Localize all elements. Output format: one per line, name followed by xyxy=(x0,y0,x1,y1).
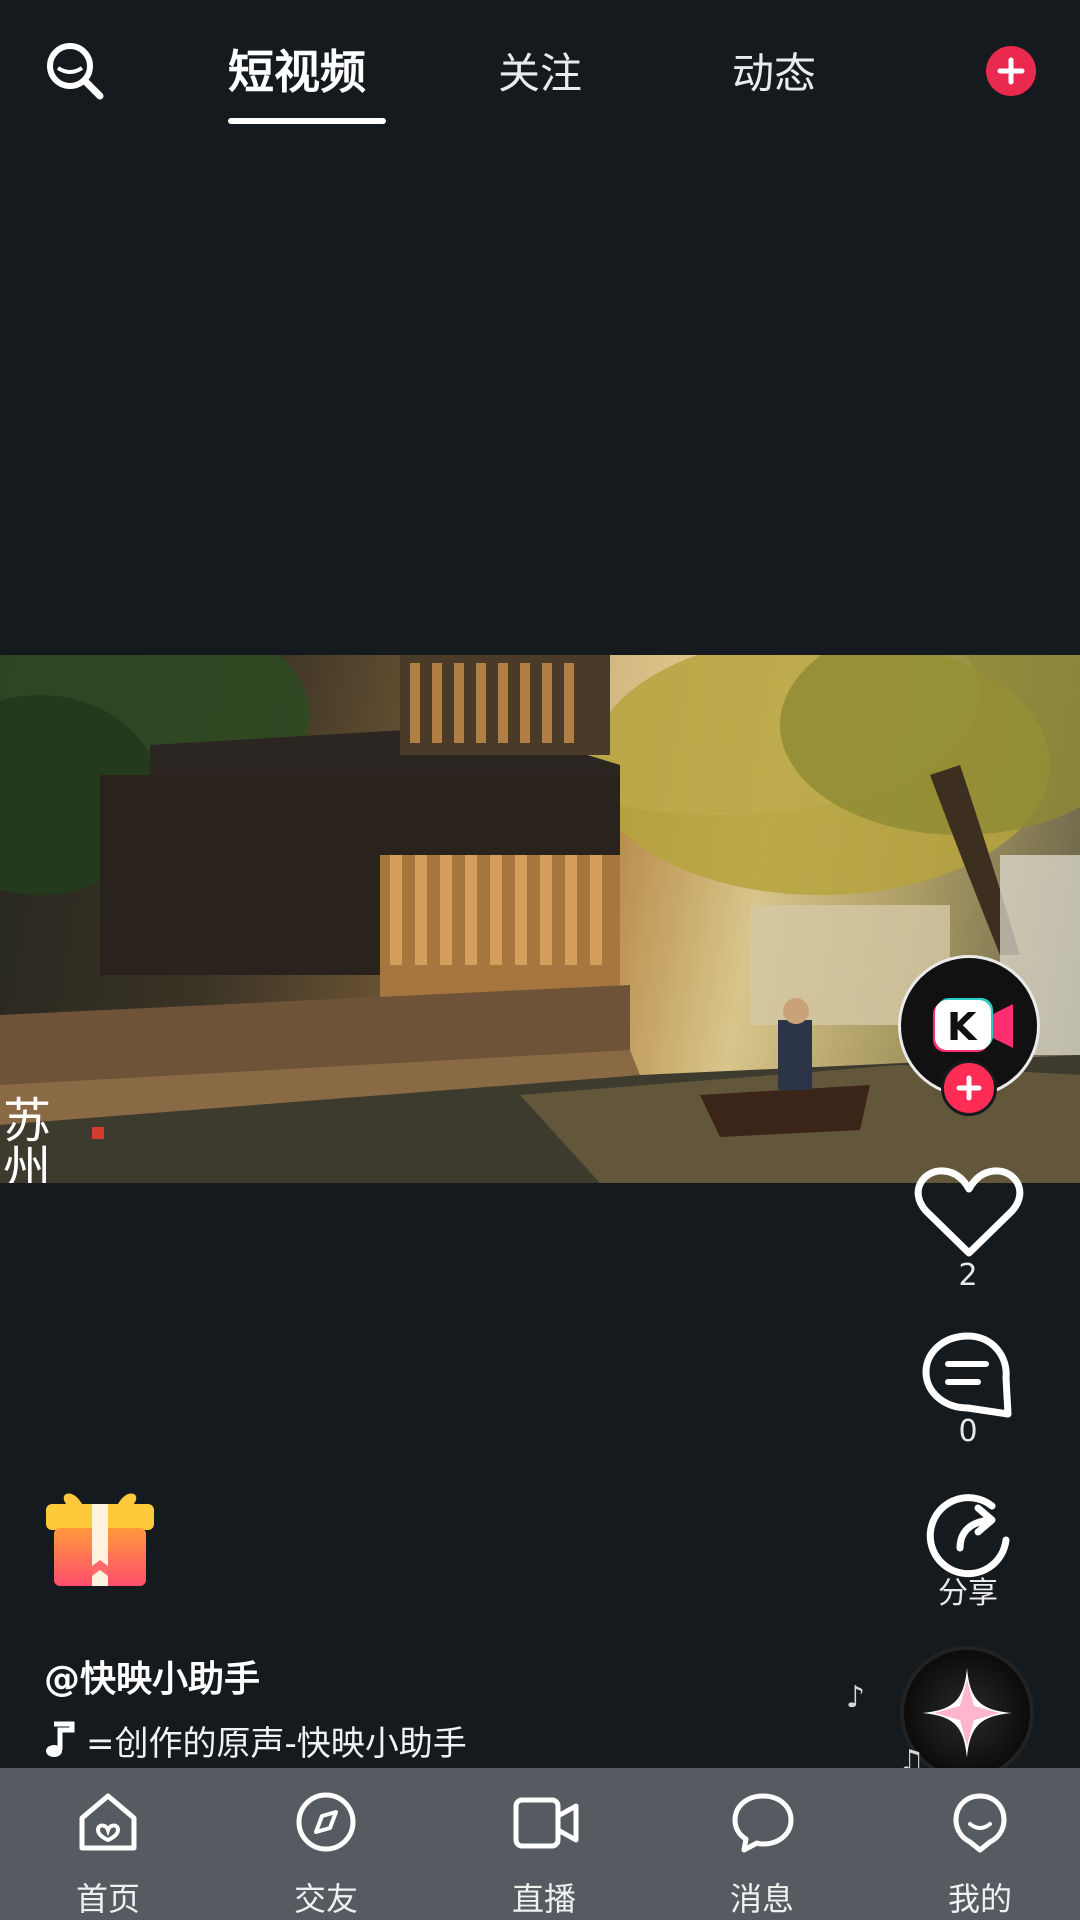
nav-live[interactable]: 直播 xyxy=(464,1768,624,1920)
comment-icon[interactable] xyxy=(920,1330,1016,1420)
nav-profile-label: 我的 xyxy=(947,1880,1012,1918)
music-info[interactable]: =创作的原声-快映小助手 xyxy=(44,1718,534,1764)
nav-profile[interactable]: 我的 xyxy=(900,1768,1060,1920)
video-scene: 苏州 xyxy=(0,655,1080,1183)
share-icon[interactable] xyxy=(920,1488,1014,1578)
tab-follow[interactable]: 关注 xyxy=(498,40,582,101)
share-label: 分享 xyxy=(938,1576,998,1611)
nav-live-label: 直播 xyxy=(511,1880,576,1918)
short-video-screen: 短视频 关注 动态 苏州 K 2 0 分享 @快映小助手 =创作的原声-快映小助… xyxy=(0,0,1080,1920)
tab-short-video[interactable]: 短视频 xyxy=(228,36,366,102)
home-icon xyxy=(79,1793,137,1851)
comment-count: 0 xyxy=(958,1414,978,1449)
plus-button[interactable] xyxy=(986,46,1036,96)
svg-text:K: K xyxy=(947,1005,978,1049)
tab-dynamics[interactable]: 动态 xyxy=(732,40,816,101)
nav-home-label: 首页 xyxy=(75,1880,140,1918)
floating-note-icon: ♪ xyxy=(846,1680,866,1715)
like-icon[interactable] xyxy=(914,1165,1024,1261)
music-note-icon xyxy=(46,1721,75,1757)
video-player[interactable]: 苏州 xyxy=(0,655,1080,1183)
gift-icon[interactable] xyxy=(42,1480,158,1590)
video-watermark-text: 苏州 xyxy=(0,1095,50,1183)
chat-bubble-icon xyxy=(732,1793,794,1853)
active-tab-indicator xyxy=(228,118,386,124)
nav-messages-label: 消息 xyxy=(729,1880,794,1918)
video-camera-icon xyxy=(513,1797,579,1849)
top-bar: 短视频 关注 动态 xyxy=(0,0,1080,140)
author-name[interactable]: @快映小助手 xyxy=(44,1650,260,1702)
compass-icon xyxy=(296,1792,356,1852)
nav-friends-label: 交友 xyxy=(293,1880,358,1918)
like-count: 2 xyxy=(958,1258,978,1293)
search-icon[interactable] xyxy=(42,38,108,104)
plus-icon xyxy=(997,57,1025,85)
profile-icon xyxy=(953,1793,1007,1853)
music-title: =创作的原声-快映小助手 xyxy=(86,1723,467,1764)
bottom-nav: 首页 交友 直播 消息 我的 xyxy=(0,1768,1080,1920)
nav-home[interactable]: 首页 xyxy=(28,1768,188,1920)
follow-button[interactable] xyxy=(941,1060,997,1116)
nav-friends[interactable]: 交友 xyxy=(246,1768,406,1920)
plus-icon xyxy=(956,1075,982,1101)
nav-messages[interactable]: 消息 xyxy=(682,1768,842,1920)
